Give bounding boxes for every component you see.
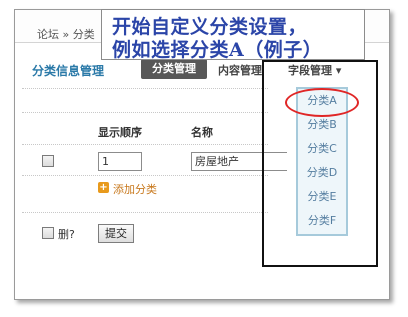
tab-content-management[interactable]: 内容管理 <box>218 62 262 78</box>
submit-button[interactable]: 提交 <box>98 224 134 243</box>
add-icon[interactable]: + <box>98 182 109 193</box>
dropdown-item-category-c[interactable]: 分类C <box>298 137 346 161</box>
dropdown-item-category-e[interactable]: 分类E <box>298 185 346 209</box>
dropdown-item-category-d[interactable]: 分类D <box>298 161 346 185</box>
column-header-order: 显示顺序 <box>98 126 142 139</box>
delete-label: 删? <box>58 228 75 241</box>
divider <box>22 112 268 113</box>
order-input[interactable]: 1 <box>98 152 142 171</box>
breadcrumb-text[interactable]: 论坛 » 分类 <box>37 26 95 42</box>
divider <box>22 88 268 89</box>
callout-box: 开始自定义分类设置， 例如选择分类A（例子） <box>101 9 365 61</box>
divider <box>22 175 268 176</box>
dropdown-item-category-f[interactable]: 分类F <box>298 209 346 233</box>
add-category-link[interactable]: 添加分类 <box>113 181 157 197</box>
highlight-ring <box>285 88 359 117</box>
callout-line-2: 例如选择分类A（例子） <box>112 39 323 61</box>
column-header-name: 名称 <box>191 126 213 139</box>
row-select-checkbox[interactable] <box>42 155 54 167</box>
delete-checkbox[interactable] <box>42 227 54 239</box>
divider <box>22 212 268 213</box>
tab-category-management[interactable]: 分类管理 <box>141 59 207 79</box>
section-title: 分类信息管理 <box>32 64 105 78</box>
divider <box>22 144 268 145</box>
